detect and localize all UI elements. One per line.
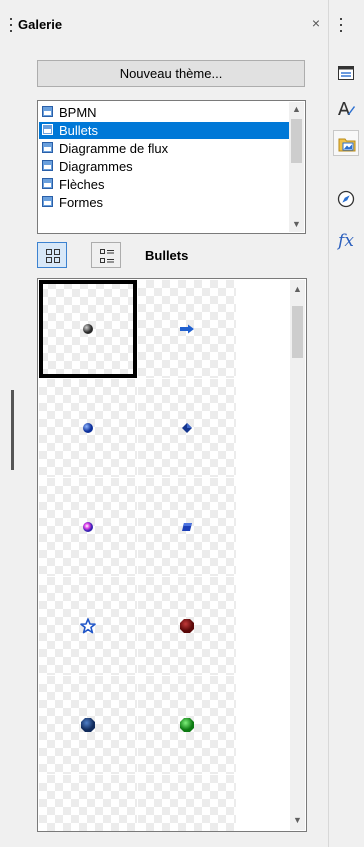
- sidebar-properties-button[interactable]: [333, 60, 359, 86]
- scrollbar-thumb[interactable]: [291, 119, 302, 163]
- blue-cube-icon: [182, 523, 192, 531]
- gallery-item-blue-cube[interactable]: [138, 478, 236, 576]
- theme-icon: [42, 196, 53, 207]
- scroll-down-icon[interactable]: ▼: [289, 217, 304, 232]
- grid-view-icon: [46, 249, 60, 263]
- sidebar-navigator-button[interactable]: [333, 186, 359, 212]
- scrollbar-thumb[interactable]: [292, 306, 303, 358]
- dark-red-octagon-icon: [180, 619, 194, 633]
- blue-star-icon: [80, 618, 96, 634]
- gray-sphere-icon: [83, 324, 93, 334]
- close-icon[interactable]: ×: [307, 14, 325, 32]
- theme-item-bpmn[interactable]: BPMN: [39, 104, 292, 121]
- panel-splitter[interactable]: [11, 390, 14, 470]
- gallery-item-dark-red-octagon[interactable]: [138, 577, 236, 675]
- icon-view-button[interactable]: [37, 242, 67, 268]
- navigator-icon: [337, 190, 355, 208]
- gallery-item-blue-diamond[interactable]: [138, 379, 236, 477]
- panel-divider: [328, 0, 329, 847]
- gallery-scrollbar[interactable]: ▲ ▼: [290, 280, 305, 830]
- view-toolbar: Bullets: [37, 242, 307, 270]
- gallery-item-partial[interactable]: [138, 775, 236, 831]
- detail-view-button[interactable]: [91, 242, 121, 268]
- gallery-item-gray-sphere[interactable]: [39, 280, 137, 378]
- scroll-up-icon[interactable]: ▲: [289, 102, 304, 117]
- functions-icon[interactable]: fx: [333, 228, 359, 254]
- blue-arrow-icon: [180, 324, 194, 334]
- theme-list[interactable]: BPMN Bullets Diagramme de flux Diagramme…: [37, 100, 306, 234]
- panel-titlebar: Galerie ×: [0, 14, 329, 36]
- theme-icon: [42, 124, 53, 135]
- styles-icon: [338, 102, 355, 115]
- sidebar-tabbar: fx: [330, 0, 364, 847]
- list-view-icon: [100, 249, 114, 263]
- drag-handle-icon[interactable]: [10, 18, 12, 32]
- theme-icon: [42, 160, 53, 171]
- magenta-sphere-icon: [83, 522, 93, 532]
- gallery-item-magenta-sphere[interactable]: [39, 478, 137, 576]
- properties-icon: [338, 66, 354, 80]
- blue-diamond-icon: [182, 423, 192, 433]
- sidebar-styles-button[interactable]: [333, 96, 359, 122]
- theme-item-fleches[interactable]: Flèches: [39, 176, 292, 193]
- gallery-item-blue-sphere[interactable]: [39, 379, 137, 477]
- new-theme-button[interactable]: Nouveau thème...: [37, 60, 305, 87]
- scroll-down-icon[interactable]: ▼: [290, 813, 305, 828]
- gallery-panel: Galerie × Nouveau thème... BPMN Bullets …: [0, 0, 329, 847]
- sidebar-menu-icon[interactable]: [340, 18, 342, 32]
- current-theme-label: Bullets: [145, 248, 189, 263]
- theme-list-scrollbar[interactable]: ▲ ▼: [289, 102, 304, 232]
- gallery-grid[interactable]: ▲ ▼: [37, 278, 307, 832]
- theme-item-diagramme-de-flux[interactable]: Diagramme de flux: [39, 140, 292, 157]
- green-octagon-icon: [180, 718, 194, 732]
- theme-item-bullets[interactable]: Bullets: [39, 122, 292, 139]
- gallery-item-navy-octagon[interactable]: [39, 676, 137, 774]
- gallery-item-blue-arrow[interactable]: [138, 280, 236, 378]
- gallery-item-green-octagon[interactable]: [138, 676, 236, 774]
- gallery-icon: [338, 138, 356, 152]
- navy-octagon-icon: [81, 718, 95, 732]
- gallery-item-partial[interactable]: [39, 775, 137, 831]
- blue-sphere-icon: [83, 423, 93, 433]
- theme-item-formes[interactable]: Formes: [39, 194, 292, 211]
- gallery-item-blue-star[interactable]: [39, 577, 137, 675]
- theme-icon: [42, 142, 53, 153]
- theme-icon: [42, 178, 53, 189]
- theme-item-diagrammes[interactable]: Diagrammes: [39, 158, 292, 175]
- panel-title: Galerie: [18, 17, 63, 32]
- theme-icon: [42, 106, 53, 117]
- sidebar-gallery-button[interactable]: [333, 130, 359, 156]
- scroll-up-icon[interactable]: ▲: [290, 282, 305, 297]
